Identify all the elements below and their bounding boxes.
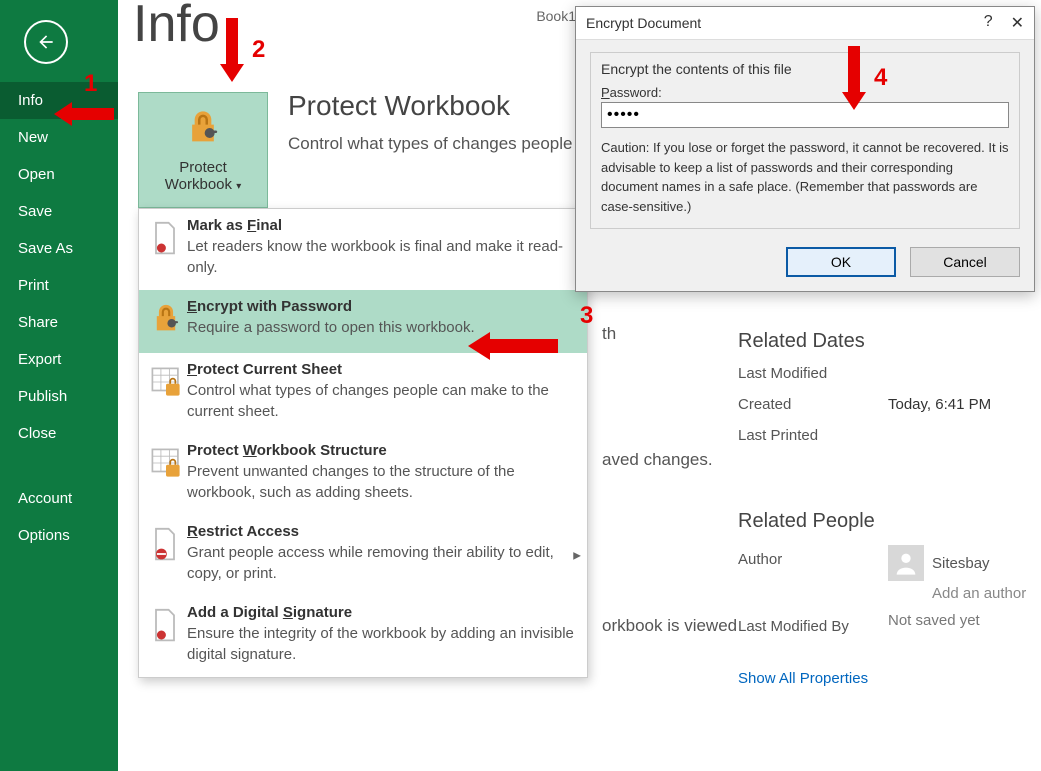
menu-item-desc: Let readers know the workbook is final a… (187, 236, 577, 278)
author-label: Author (738, 545, 888, 568)
menu-item-desc: Control what types of changes people can… (187, 380, 577, 422)
obscured-text: th (602, 324, 616, 344)
menu-protect-current-sheet[interactable]: Protect Current Sheet Control what types… (139, 353, 587, 434)
document-signature-icon (149, 604, 187, 649)
protect-workbook-label: Protect Workbook ▾ (165, 159, 241, 193)
menu-restrict-access[interactable]: Restrict Access Grant people access whil… (139, 515, 587, 596)
created-value: Today, 6:41 PM (888, 396, 991, 413)
sidebar-item-share[interactable]: Share (0, 304, 118, 341)
sidebar-item-options[interactable]: Options (0, 517, 118, 554)
sidebar-item-print[interactable]: Print (0, 267, 118, 304)
related-people-heading: Related People (738, 510, 1026, 533)
created-label: Created (738, 396, 888, 413)
workbook-lock-icon (149, 442, 187, 485)
dialog-title: Encrypt Document (586, 15, 701, 31)
related-dates-heading: Related Dates (738, 330, 991, 353)
encrypt-document-dialog: Encrypt Document ? ✕ Encrypt the content… (575, 6, 1035, 292)
author-name: Sitesbay (932, 555, 990, 572)
sidebar-item-export[interactable]: Export (0, 341, 118, 378)
related-dates-section: Related Dates Last Modified CreatedToday… (738, 330, 991, 458)
shield-lock-icon (183, 108, 223, 153)
sidebar-item-publish[interactable]: Publish (0, 378, 118, 415)
arrow-left-icon (36, 32, 56, 52)
protect-workbook-button[interactable]: Protect Workbook ▾ (138, 92, 268, 208)
page-title: Info (133, 0, 220, 54)
ok-button[interactable]: OK (786, 247, 896, 277)
document-block-icon (149, 523, 187, 568)
dialog-groupbox: Encrypt the contents of this file Passwo… (590, 52, 1020, 229)
tutorial-arrow-1: 1 (54, 100, 114, 128)
menu-item-title: Protect Workbook Structure (187, 442, 577, 459)
avatar (888, 545, 924, 581)
menu-item-title: Encrypt with Password (187, 298, 577, 315)
last-modified-label: Last Modified (738, 365, 888, 382)
menu-item-desc: Grant people access while removing their… (187, 542, 577, 584)
sidebar-item-save-as[interactable]: Save As (0, 230, 118, 267)
add-author-link[interactable]: Add an author (932, 585, 1026, 602)
protect-workbook-menu: Mark as Final Let readers know the workb… (138, 208, 588, 678)
menu-mark-as-final[interactable]: Mark as Final Let readers know the workb… (139, 209, 587, 290)
menu-item-title: Mark as Final (187, 217, 577, 234)
document-final-icon (149, 217, 187, 262)
tutorial-arrow-4: 4 (840, 46, 887, 110)
sidebar-item-account[interactable]: Account (0, 480, 118, 517)
show-all-properties-link[interactable]: Show All Properties (738, 670, 868, 687)
menu-item-title: Restrict Access (187, 523, 577, 540)
tutorial-arrow-3: 3 (468, 330, 558, 362)
sidebar-items: Info New Open Save Save As Print Share E… (0, 82, 118, 554)
lock-key-icon (149, 298, 187, 341)
close-button[interactable]: ✕ (1011, 13, 1024, 33)
obscured-text: aved changes. (602, 450, 713, 470)
menu-protect-workbook-structure[interactable]: Protect Workbook Structure Prevent unwan… (139, 434, 587, 515)
sidebar-item-close[interactable]: Close (0, 415, 118, 452)
last-modified-by-label: Last Modified By (738, 612, 888, 635)
back-button[interactable] (24, 20, 68, 64)
obscured-text: orkbook is viewed (602, 616, 737, 636)
submenu-arrow-icon: ▶ (573, 550, 581, 561)
protect-workbook-heading: Protect Workbook (288, 90, 510, 122)
password-label: Password: (601, 85, 1009, 100)
dialog-titlebar: Encrypt Document ? ✕ (576, 7, 1034, 40)
sidebar-item-save[interactable]: Save (0, 193, 118, 230)
help-button[interactable]: ? (984, 13, 993, 33)
password-input[interactable] (601, 102, 1009, 128)
sidebar-item-open[interactable]: Open (0, 156, 118, 193)
menu-item-title: Protect Current Sheet (187, 361, 577, 378)
sheet-lock-icon (149, 361, 187, 404)
related-people-section: Related People Author Sitesbay Add an au… (738, 510, 1026, 645)
dialog-group-label: Encrypt the contents of this file (597, 61, 796, 77)
menu-item-title: Add a Digital Signature (187, 604, 577, 621)
last-modified-by-value: Not saved yet (888, 612, 980, 629)
dialog-caution-text: Caution: If you lose or forget the passw… (601, 138, 1009, 216)
tutorial-arrow-2: 2 (218, 18, 265, 82)
menu-item-desc: Prevent unwanted changes to the structur… (187, 461, 577, 503)
cancel-button[interactable]: Cancel (910, 247, 1020, 277)
menu-add-digital-signature[interactable]: Add a Digital Signature Ensure the integ… (139, 596, 587, 677)
last-printed-label: Last Printed (738, 427, 888, 444)
menu-item-desc: Ensure the integrity of the workbook by … (187, 623, 577, 665)
